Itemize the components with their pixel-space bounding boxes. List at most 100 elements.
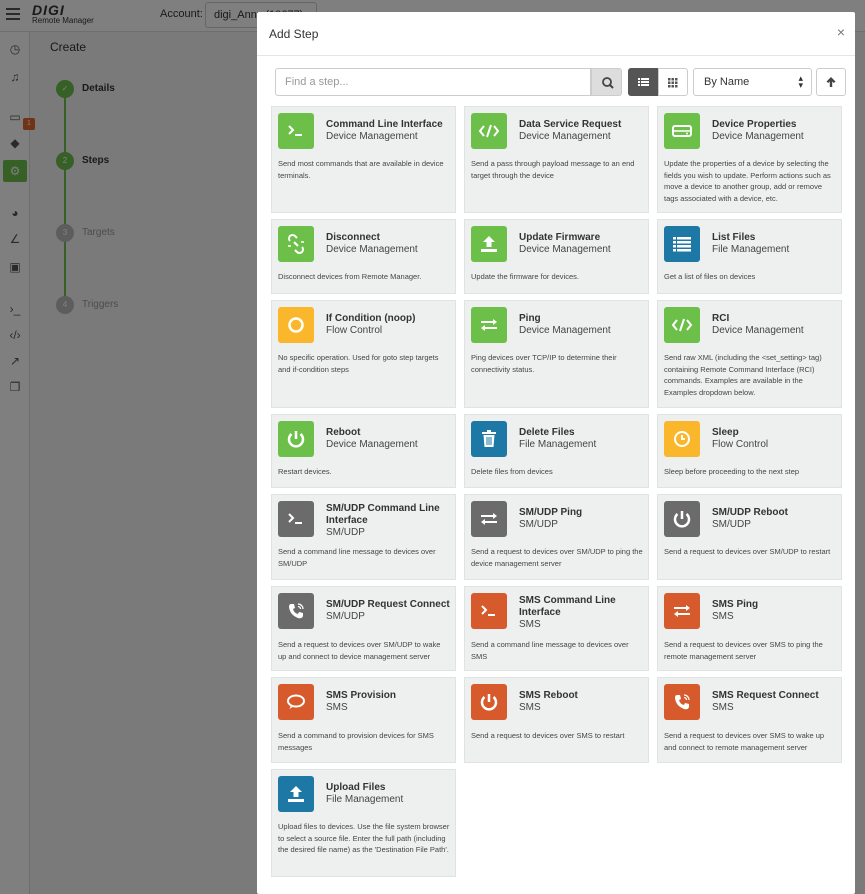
step-category: SM/UDP — [326, 527, 365, 538]
step-title: Delete Files — [519, 427, 575, 438]
step-category: Device Management — [519, 131, 611, 142]
step-title: SMS Command Line Interface — [519, 595, 616, 618]
step-category: Device Management — [519, 244, 611, 255]
unlink-icon — [278, 226, 314, 262]
upload-icon — [471, 226, 507, 262]
step-title: Ping — [519, 313, 541, 324]
step-description: Ping devices over TCP/IP to determine th… — [471, 353, 617, 374]
step-card-command-line-interface[interactable]: Command Line Interface Device Management S… — [271, 106, 456, 213]
step-description: Send raw XML (including the <set_setting… — [664, 353, 822, 397]
step-category: Device Management — [326, 244, 418, 255]
step-category: Device Management — [712, 131, 804, 142]
search-input[interactable] — [275, 68, 591, 96]
sort-direction-button[interactable] — [816, 68, 846, 96]
step-title: Update Firmware — [519, 232, 601, 243]
step-card-reboot[interactable]: Reboot Device Management Restart devices. — [271, 414, 456, 488]
step-card-sm-udp-command-line-interface[interactable]: SM/UDP Command Line Interface SM/UDP Send … — [271, 494, 456, 580]
step-description: Disconnect devices from Remote Manager. — [278, 272, 422, 281]
step-card-list-files[interactable]: List Files File Management Get a list of f… — [657, 219, 842, 294]
step-title: RCI — [712, 313, 730, 324]
sort-caret-icon: ▴ ▾ — [798, 73, 803, 90]
step-category: SMS — [326, 702, 348, 713]
step-card-sm-udp-ping[interactable]: SM/UDP Ping SM/UDP Send a request to devic… — [464, 494, 649, 580]
exchange-icon — [471, 307, 507, 343]
terminal-icon — [471, 593, 507, 629]
step-title: Reboot — [326, 427, 361, 438]
phone-icon — [278, 593, 314, 629]
step-title: Sleep — [712, 427, 739, 438]
step-description: Send a pass through payload message to a… — [471, 159, 635, 180]
step-title: SM/UDP Command Line Interface — [326, 503, 440, 526]
step-description: Upload files to devices. Use the file sy… — [278, 822, 450, 854]
step-category: SM/UDP — [519, 519, 558, 530]
step-description: Sleep before proceeding to the next step — [664, 467, 800, 476]
sort-select[interactable]: By Name ▴ ▾ — [693, 68, 812, 96]
modal-title: Add Step — [269, 27, 319, 41]
step-title: Data Service Request — [519, 119, 622, 130]
step-description: Get a list of files on devices — [664, 272, 756, 281]
step-card-sms-reboot[interactable]: SMS Reboot SMS Send a request to devices o… — [464, 677, 649, 763]
grid-view-button[interactable] — [658, 68, 688, 96]
step-description: Delete files from devices — [471, 467, 553, 476]
step-description: Restart devices. — [278, 467, 332, 476]
step-title: SMS Ping — [712, 599, 759, 610]
step-description: Send most commands that are available in… — [278, 159, 444, 180]
step-category: Flow Control — [712, 439, 769, 450]
step-description: Send a request to devices over SM/UDP to… — [664, 547, 831, 556]
step-title: SM/UDP Ping — [519, 507, 583, 518]
step-title: If Condition (noop) — [326, 313, 416, 324]
step-card-sm-udp-request-connect[interactable]: SM/UDP Request Connect SM/UDP Send a reque… — [271, 586, 456, 671]
step-card-sleep[interactable]: Sleep Flow Control Sleep before proceeding… — [657, 414, 842, 488]
step-title: SMS Request Connect — [712, 690, 819, 701]
step-category: SMS — [519, 702, 541, 713]
list-view-icon — [638, 78, 649, 86]
step-category: Device Management — [712, 325, 804, 336]
step-category: SMS — [519, 619, 541, 630]
step-description: Send a request to devices over SM/UDP to… — [278, 640, 441, 661]
add-step-modal: Add Step × Find a step... By Name ▴ ▾ Co… — [257, 12, 855, 894]
step-card-sms-provision[interactable]: SMS Provision SMS Send a command to provis… — [271, 677, 456, 763]
step-card-if-condition-noop[interactable]: If Condition (noop) Flow Control No specif… — [271, 300, 456, 408]
step-description: No specific operation. Used for goto ste… — [278, 353, 439, 374]
step-card-sms-ping[interactable]: SMS Ping SMS Send a request to devices ove… — [657, 586, 842, 671]
step-title: Disconnect — [326, 232, 380, 243]
upload-icon — [278, 776, 314, 812]
step-card-ping[interactable]: Ping Device Management Ping devices over T… — [464, 300, 649, 408]
power-icon — [278, 421, 314, 457]
step-description: Send a command line message to devices o… — [471, 640, 629, 661]
hdd-icon — [664, 113, 700, 149]
step-description: Update the properties of a device by sel… — [664, 159, 831, 203]
arrow-up-icon — [826, 77, 836, 87]
step-card-sms-command-line-interface[interactable]: SMS Command Line Interface SMS Send a comm… — [464, 586, 649, 671]
step-description: Send a request to devices over SMS to wa… — [664, 731, 825, 752]
step-description: Send a request to devices over SM/UDP to… — [471, 547, 643, 568]
step-description: Send a command line message to devices o… — [278, 547, 436, 568]
list-view-button[interactable] — [628, 68, 658, 96]
step-description: Send a request to devices over SMS to pi… — [664, 640, 823, 661]
step-card-delete-files[interactable]: Delete Files File Management Delete files … — [464, 414, 649, 488]
code-icon — [471, 113, 507, 149]
step-card-update-firmware[interactable]: Update Firmware Device Management Update t… — [464, 219, 649, 294]
list-icon — [664, 226, 700, 262]
step-card-upload-files[interactable]: Upload Files File Management Upload files … — [271, 769, 456, 877]
step-card-data-service-request[interactable]: Data Service Request Device Management Sen… — [464, 106, 649, 213]
sort-value: By Name — [704, 76, 750, 88]
step-category: SM/UDP — [712, 519, 751, 530]
step-category: SMS — [712, 611, 734, 622]
close-icon[interactable]: × — [837, 24, 845, 40]
terminal-icon — [278, 501, 314, 537]
step-category: Device Management — [519, 325, 611, 336]
step-card-sm-udp-reboot[interactable]: SM/UDP Reboot SM/UDP Send a request to dev… — [657, 494, 842, 580]
exchange-icon — [664, 593, 700, 629]
step-card-device-properties[interactable]: Device Properties Device Management Update… — [657, 106, 842, 213]
step-card-rci[interactable]: RCI Device Management Send raw XML (includ… — [657, 300, 842, 408]
step-category: File Management — [712, 244, 790, 255]
phone-icon — [664, 684, 700, 720]
power-icon — [664, 501, 700, 537]
circle-icon — [278, 307, 314, 343]
step-card-sms-request-connect[interactable]: SMS Request Connect SMS Send a request to … — [657, 677, 842, 763]
step-category: Flow Control — [326, 325, 383, 336]
step-card-disconnect[interactable]: Disconnect Device Management Disconnect de… — [271, 219, 456, 294]
search-button[interactable] — [591, 68, 622, 96]
comment-icon — [278, 684, 314, 720]
